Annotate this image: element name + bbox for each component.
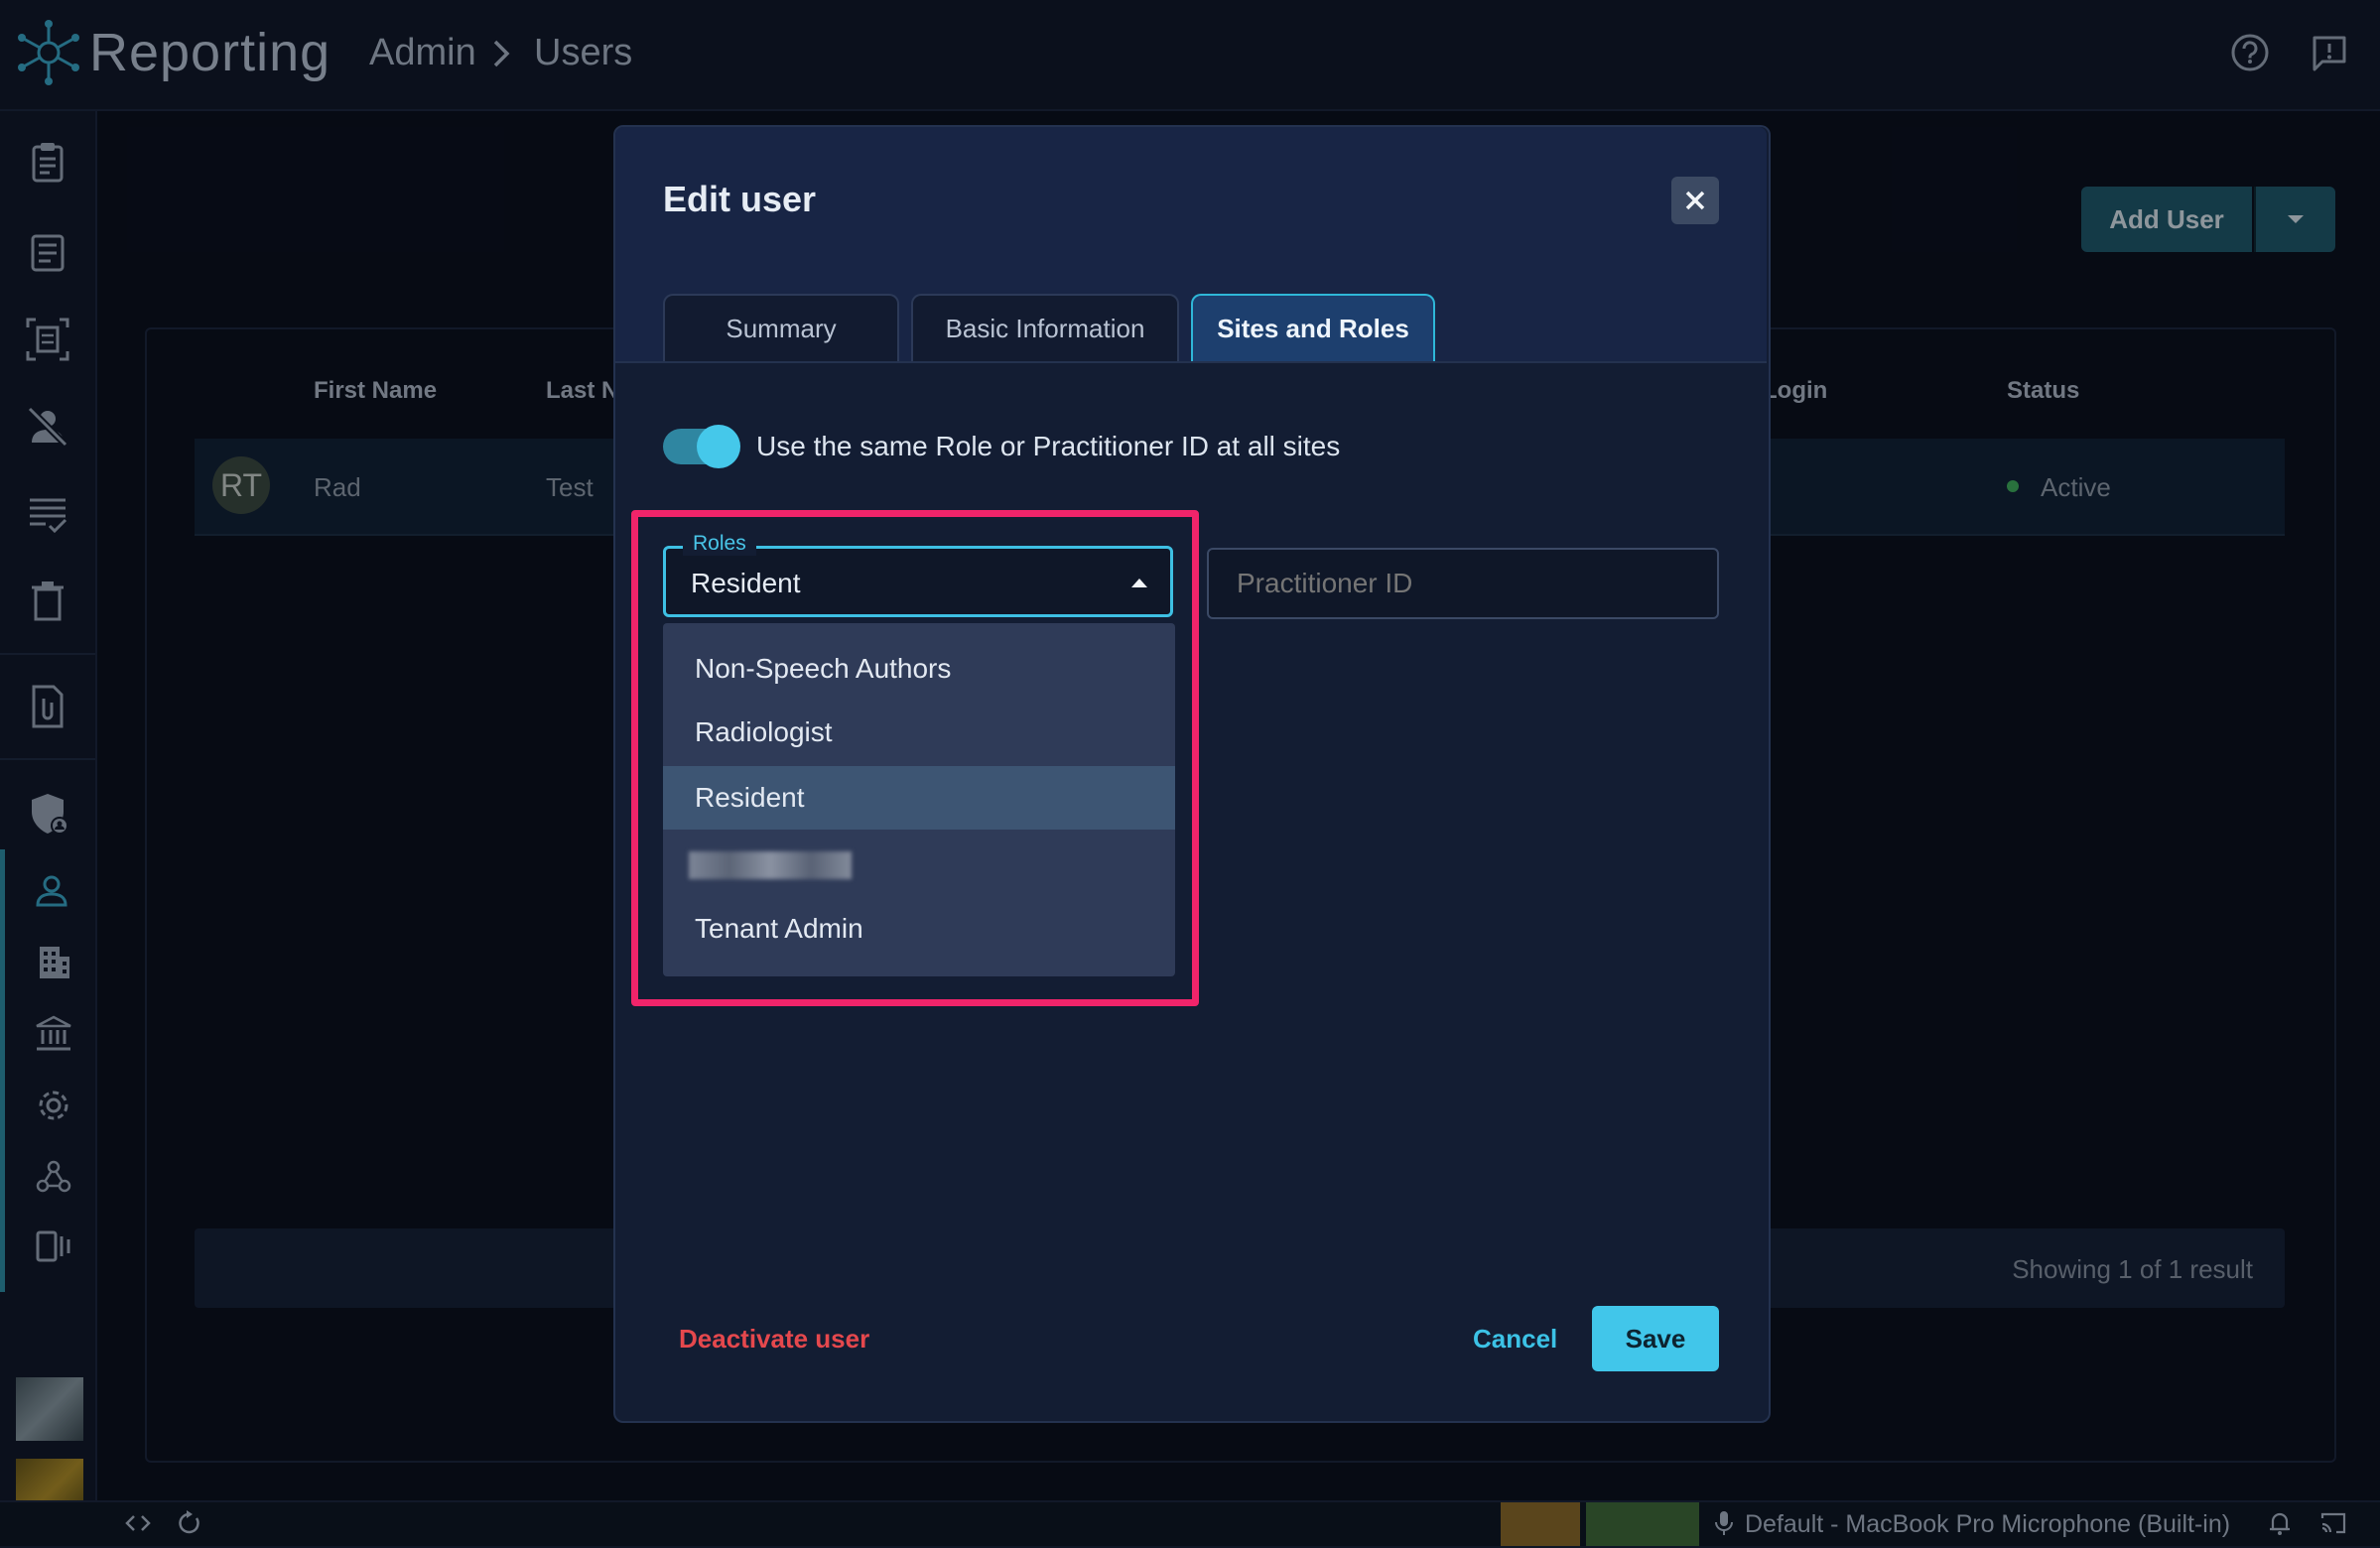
annotation-highlight-box (631, 510, 1199, 1006)
dialog-title: Edit user (663, 179, 817, 219)
toggle-knob[interactable] (697, 425, 740, 468)
save-button[interactable]: Save (1592, 1306, 1719, 1371)
close-button[interactable] (1671, 177, 1719, 224)
tab-summary[interactable]: Summary (663, 294, 899, 361)
deactivate-user-button[interactable]: Deactivate user (679, 1324, 869, 1354)
toggle-label: Use the same Role or Practitioner ID at … (756, 431, 1341, 461)
tab-basic-information[interactable]: Basic Information (911, 294, 1179, 361)
close-icon (1685, 191, 1705, 210)
tab-sites-and-roles[interactable]: Sites and Roles (1191, 294, 1435, 361)
cancel-button[interactable]: Cancel (1473, 1324, 1557, 1354)
practitioner-id-input[interactable] (1207, 548, 1719, 619)
